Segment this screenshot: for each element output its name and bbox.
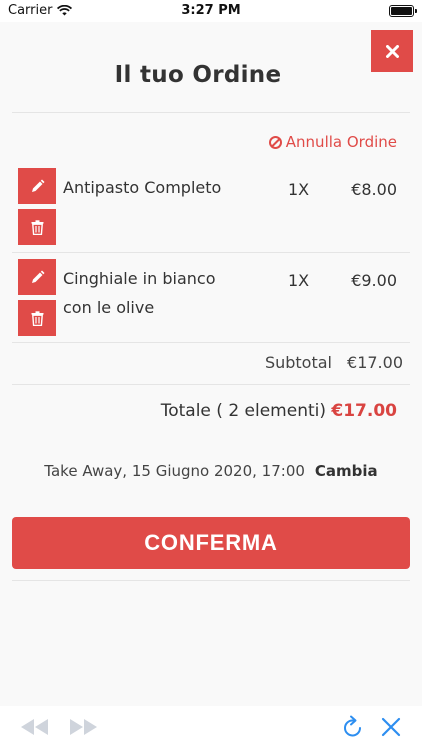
subtotal-value: €17.00: [347, 353, 403, 372]
nav-right: [342, 715, 402, 739]
cancel-order-label: Annulla Ordine: [285, 133, 397, 151]
delete-item-button[interactable]: [18, 209, 56, 245]
total-value: €17.00: [331, 401, 397, 421]
trash-icon: [31, 219, 43, 235]
confirm-button[interactable]: CONFERMA: [12, 517, 410, 569]
item-name: Cinghiale in bianco con le olive: [63, 269, 216, 317]
refresh-icon[interactable]: [342, 715, 364, 739]
edit-item-button[interactable]: [18, 259, 56, 295]
trash-icon: [31, 310, 43, 326]
divider: [12, 580, 410, 581]
subtotal-label: Subtotal: [264, 353, 332, 372]
divider: [12, 384, 410, 385]
delivery-text: Take Away, 15 Giugno 2020, 17:00: [44, 462, 305, 480]
close-icon: [385, 44, 399, 58]
ban-icon: [268, 135, 282, 149]
nav-arrows: [20, 718, 98, 736]
divider: [12, 342, 410, 343]
status-time: 3:27 PM: [181, 3, 241, 18]
delete-item-button[interactable]: [18, 300, 56, 336]
divider: [12, 112, 410, 113]
close-icon[interactable]: [380, 715, 402, 739]
forward-arrow-icon[interactable]: [68, 718, 98, 736]
pencil-icon: [31, 179, 44, 192]
pencil-icon: [31, 270, 44, 283]
status-bar: Carrier 3:27 PM: [0, 0, 422, 22]
battery-icon: [389, 5, 417, 17]
item-quantity: 1X: [288, 271, 310, 290]
browser-toolbar: [0, 706, 422, 750]
edit-item-button[interactable]: [18, 168, 56, 204]
item-price: €8.00: [351, 180, 397, 199]
page-title: Il tuo Ordine: [114, 62, 282, 88]
back-arrow-icon[interactable]: [20, 718, 50, 736]
item-name: Antipasto Completo: [63, 178, 222, 197]
total-label: Totale ( 2 elementi): [160, 401, 326, 421]
item-quantity: 1X: [288, 180, 310, 199]
divider: [12, 252, 410, 253]
cancel-order-link[interactable]: Annulla Ordine: [268, 133, 397, 151]
delivery-info: Take Away, 15 Giugno 2020, 17:00 Cambia: [0, 462, 422, 480]
item-price: €9.00: [351, 271, 397, 290]
change-delivery-link[interactable]: Cambia: [315, 462, 378, 480]
